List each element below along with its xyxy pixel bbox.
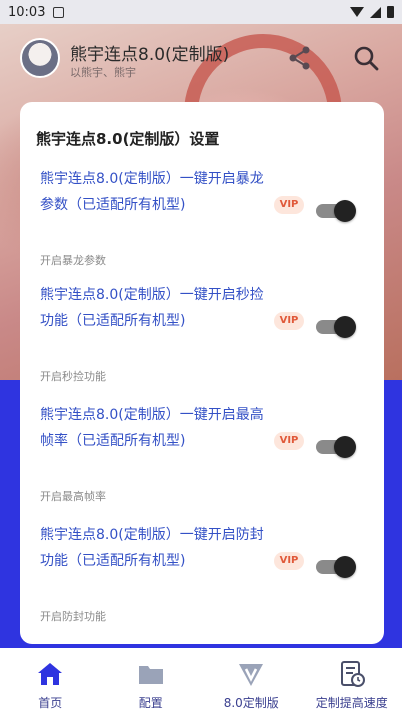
setting-item-baolong: 熊宇连点8.0(定制版）一键开启暴龙参数（已适配所有机型) VIP 开启暴龙参数 — [20, 166, 384, 282]
document-clock-icon — [340, 661, 365, 687]
setting-item-subtitle: 开启最高帧率 — [40, 490, 106, 503]
nav-item-config[interactable]: 配置 — [101, 648, 202, 720]
setting-item-text: 熊宇连点8.0(定制版）一键开启防封功能（已适配所有机型) — [40, 527, 264, 569]
app-subtitle: 以熊宇、熊宇 — [70, 66, 136, 79]
setting-item-text: 熊宇连点8.0(定制版）一键开启暴龙参数（已适配所有机型) — [40, 171, 264, 213]
wifi-icon — [350, 7, 364, 17]
setting-item-text: 熊宇连点8.0(定制版）一键开启最高帧率（已适配所有机型) — [40, 407, 264, 449]
baolong-toggle[interactable] — [316, 200, 356, 222]
toggle-thumb — [334, 556, 356, 578]
app-header: 熊宇连点8.0(定制版) 以熊宇、熊宇 — [0, 28, 402, 88]
setting-item-subtitle: 开启秒捡功能 — [40, 370, 106, 383]
vip-badge: VIP — [274, 552, 304, 570]
setting-item-subtitle: 开启暴龙参数 — [40, 254, 106, 267]
signal-icon — [370, 6, 381, 18]
vip-badge: VIP — [274, 312, 304, 330]
vip-badge: VIP — [274, 432, 304, 450]
avatar[interactable] — [20, 38, 60, 78]
nav-label: 配置 — [138, 696, 163, 710]
app-title: 熊宇连点8.0(定制版) — [70, 45, 230, 65]
setting-item-max-framerate: 熊宇连点8.0(定制版）一键开启最高帧率（已适配所有机型) VIP 开启最高帧率 — [20, 402, 384, 518]
toggle-thumb — [334, 316, 356, 338]
nav-item-speed-boost[interactable]: 定制提高速度 — [302, 648, 402, 720]
nav-label: 首页 — [38, 696, 63, 710]
anti-ban-toggle[interactable] — [316, 556, 356, 578]
toggle-thumb — [334, 436, 356, 458]
settings-card: 熊宇连点8.0(定制版）设置 熊宇连点8.0(定制版）一键开启暴龙参数（已适配所… — [20, 102, 384, 644]
nav-item-home[interactable]: 首页 — [0, 648, 101, 720]
toggle-thumb — [334, 200, 356, 222]
bottom-navigation: 首页 配置 8.0定制版 定制提高速度 — [0, 648, 402, 720]
nav-label: 8.0定制版 — [223, 696, 279, 710]
setting-item-anti-ban: 熊宇连点8.0(定制版）一键开启防封功能（已适配所有机型) VIP 开启防封功能 — [20, 522, 384, 638]
sim-icon — [53, 6, 65, 18]
status-time: 10:03 — [8, 4, 46, 20]
search-icon[interactable] — [352, 44, 380, 72]
miaojian-toggle[interactable] — [316, 316, 356, 338]
status-bar: 10:03 — [0, 0, 402, 24]
setting-item-text: 熊宇连点8.0(定制版）一键开启秒捡功能（已适配所有机型) — [40, 287, 264, 329]
vip-badge: VIP — [274, 196, 304, 214]
nav-label: 定制提高速度 — [315, 696, 388, 710]
home-icon — [38, 663, 63, 685]
nav-item-custom-edition[interactable]: 8.0定制版 — [201, 648, 302, 720]
max-framerate-toggle[interactable] — [316, 436, 356, 458]
battery-icon — [387, 6, 394, 18]
folder-icon — [138, 666, 163, 684]
status-indicators — [350, 6, 394, 18]
settings-card-title: 熊宇连点8.0(定制版）设置 — [36, 130, 220, 148]
setting-item-miaojian: 熊宇连点8.0(定制版）一键开启秒捡功能（已适配所有机型) VIP 开启秒捡功能 — [20, 282, 384, 398]
share-icon[interactable] — [286, 44, 314, 72]
v-badge-icon — [239, 664, 264, 686]
setting-item-subtitle: 开启防封功能 — [40, 610, 106, 623]
